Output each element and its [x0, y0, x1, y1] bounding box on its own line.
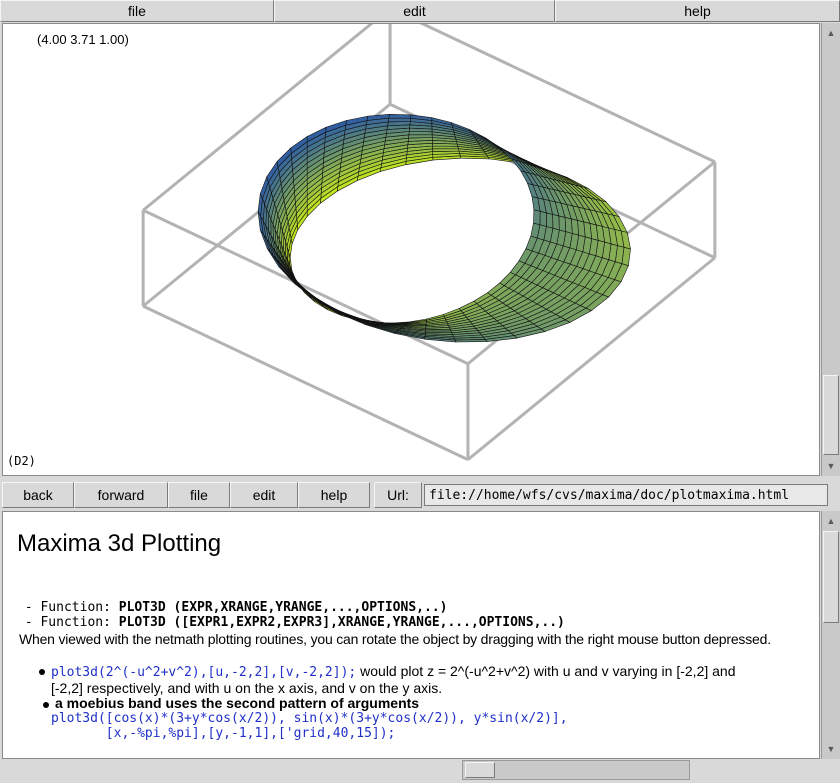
- surface-patch: [564, 217, 573, 234]
- doc-horizontal-scrollbar[interactable]: [462, 760, 690, 780]
- scroll-thumb[interactable]: [823, 531, 839, 623]
- function-signature-text: PLOT3D ([EXPR1,EXPR2,EXPR3],XRANGE,YRANG…: [118, 615, 565, 630]
- url-label-button[interactable]: Url:: [374, 482, 422, 508]
- prompt-label: (D2): [7, 454, 36, 468]
- forward-button[interactable]: forward: [74, 482, 168, 508]
- edit-button[interactable]: edit: [230, 482, 298, 508]
- hscroll-thumb[interactable]: [465, 762, 495, 778]
- description-text: When viewed with the netmath plotting ro…: [19, 631, 771, 647]
- bullet-text-continued: [-2,2] respectively, and with u on the x…: [51, 680, 443, 696]
- code-block-line-1: plot3d([cos(x)*(3+y*cos(x/2)), sin(x)*(3…: [51, 711, 568, 726]
- surface-patch: [387, 117, 411, 123]
- back-button[interactable]: back: [2, 482, 74, 508]
- function-signature-2: - Function: PLOT3D ([EXPR1,EXPR2,EXPR3],…: [17, 615, 565, 630]
- bullet-icon: [43, 702, 49, 708]
- view-coordinates: (4.00 3.71 1.00): [37, 32, 129, 47]
- bounding-box-edge: [142, 208, 469, 366]
- function-signature-text: PLOT3D (EXPR,XRANGE,YRANGE,...,OPTIONS,.…: [118, 600, 448, 615]
- plot-canvas[interactable]: (4.00 3.71 1.00) (D2): [2, 23, 820, 476]
- bullet-item-1: plot3d(2^(-u^2+v^2),[u,-2,2],[v,-2,2]); …: [51, 663, 736, 680]
- surface-patch: [388, 113, 412, 119]
- moebius-surface-plot[interactable]: [3, 24, 820, 476]
- scroll-down-icon[interactable]: ▼: [823, 458, 839, 474]
- function-prefix: - Function:: [17, 615, 119, 630]
- doc-browser: Maxima 3d Plotting - Function: PLOT3D (E…: [2, 511, 820, 759]
- bullet-icon: [39, 669, 45, 675]
- help-button[interactable]: help: [298, 482, 370, 508]
- doc-title: Maxima 3d Plotting: [17, 530, 222, 557]
- function-signature-1: - Function: PLOT3D (EXPR,XRANGE,YRANGE,.…: [17, 600, 448, 615]
- scroll-thumb[interactable]: [823, 375, 839, 455]
- plot-vertical-scrollbar[interactable]: ▲ ▼: [821, 23, 840, 476]
- menu-edit[interactable]: edit: [274, 0, 555, 22]
- surface-patch: [539, 210, 547, 227]
- code-snippet: plot3d(2^(-u^2+v^2),[u,-2,2],[v,-2,2]);: [51, 665, 357, 680]
- surface-patch: [546, 212, 554, 229]
- surface-patch: [408, 134, 433, 139]
- bullet-item-2: a moebius band uses the second pattern o…: [55, 695, 420, 711]
- scroll-up-icon[interactable]: ▲: [823, 25, 839, 41]
- function-prefix: - Function:: [17, 600, 119, 615]
- surface-patch: [552, 214, 560, 231]
- surface-patch: [533, 209, 541, 226]
- file-button[interactable]: file: [168, 482, 230, 508]
- menu-help[interactable]: help: [555, 0, 840, 22]
- surface-patch: [432, 148, 460, 152]
- url-input[interactable]: [424, 484, 828, 506]
- code-block-line-2: [x,-%pi,%pi],[y,-1,1],['grid,40,15]);: [51, 726, 396, 741]
- menu-file[interactable]: file: [0, 0, 274, 22]
- bullet-text: would plot z = 2^(-u^2+v^2) with u and v…: [356, 663, 736, 679]
- scroll-down-icon[interactable]: ▼: [823, 741, 839, 757]
- surface-patch: [454, 339, 488, 343]
- doc-vertical-scrollbar[interactable]: ▲ ▼: [821, 511, 840, 759]
- surface-patch: [558, 215, 567, 233]
- scroll-up-icon[interactable]: ▲: [823, 513, 839, 529]
